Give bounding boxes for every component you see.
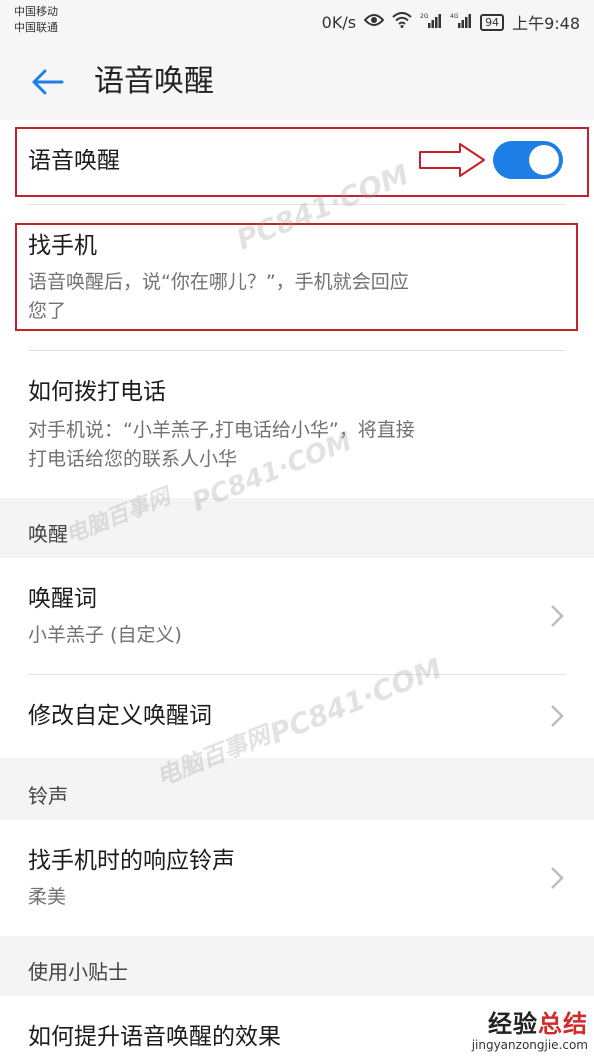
section-header-tips: 使用小贴士 bbox=[28, 960, 128, 984]
ringtone-value: 柔美 bbox=[28, 886, 67, 908]
wake-word-title: 唤醒词 bbox=[28, 586, 97, 612]
edit-wake-word-title: 修改自定义唤醒词 bbox=[28, 703, 212, 729]
carrier-2: 中国联通 bbox=[14, 21, 58, 34]
eye-icon bbox=[363, 13, 385, 31]
tips-title: 如何提升语音唤醒的效果 bbox=[28, 1024, 281, 1050]
wake-word-value: 小羊羔子 (自定义) bbox=[28, 624, 182, 646]
svg-text:2G: 2G bbox=[420, 13, 429, 20]
how-to-call-desc-1: 对手机说：“小羊羔子,打电话给小华”，将直接 bbox=[28, 419, 415, 441]
chevron-right-icon bbox=[551, 867, 564, 889]
signal-2-icon: 4G bbox=[450, 12, 472, 32]
brand-url: jingyanzongjie.com bbox=[471, 1038, 588, 1052]
highlight-box-voice-wakeup bbox=[15, 127, 589, 197]
clock: 上午9:48 bbox=[512, 14, 580, 33]
carrier-info: 中国移动 中国联通 bbox=[14, 4, 58, 36]
ringtone-row[interactable]: 找手机时的响应铃声 柔美 bbox=[0, 820, 594, 936]
wake-word-row[interactable]: 唤醒词 小羊羔子 (自定义) bbox=[0, 558, 594, 674]
carrier-1: 中国移动 bbox=[14, 5, 58, 18]
section-header-ringtone: 铃声 bbox=[28, 784, 68, 808]
brand-logo: 经验总结 jingyanzongjie.com bbox=[472, 1010, 588, 1052]
battery-icon: 94 bbox=[480, 13, 505, 31]
highlight-box-find-phone bbox=[15, 223, 578, 331]
brand-name-prefix: 经验 bbox=[488, 1010, 538, 1038]
status-indicators: 0K/s 2G 4G 94 上午9:48 bbox=[322, 10, 580, 34]
brand-name-suffix: 总结 bbox=[538, 1010, 588, 1038]
app-bar: 语音唤醒 bbox=[0, 44, 594, 120]
how-to-call-desc-2: 打电话给您的联系人小华 bbox=[28, 448, 238, 470]
back-arrow-icon bbox=[32, 69, 64, 95]
wifi-icon bbox=[392, 12, 412, 32]
status-bar: 中国移动 中国联通 0K/s 2G 4G 94 上午9:48 bbox=[0, 0, 594, 44]
annotation-arrow-icon bbox=[419, 143, 485, 177]
ringtone-title: 找手机时的响应铃声 bbox=[28, 848, 235, 874]
ringtone-card: 找手机时的响应铃声 柔美 bbox=[0, 820, 594, 936]
page-title: 语音唤醒 bbox=[94, 64, 214, 99]
brand-name: 经验总结 bbox=[472, 1010, 588, 1038]
back-button[interactable] bbox=[28, 62, 68, 102]
svg-text:4G: 4G bbox=[450, 13, 459, 20]
signal-1-icon: 2G bbox=[420, 12, 442, 32]
chevron-right-icon bbox=[551, 705, 564, 727]
network-speed: 0K/s bbox=[321, 12, 357, 32]
chevron-right-icon bbox=[551, 605, 564, 627]
how-to-call-title: 如何拨打电话 bbox=[28, 379, 166, 405]
